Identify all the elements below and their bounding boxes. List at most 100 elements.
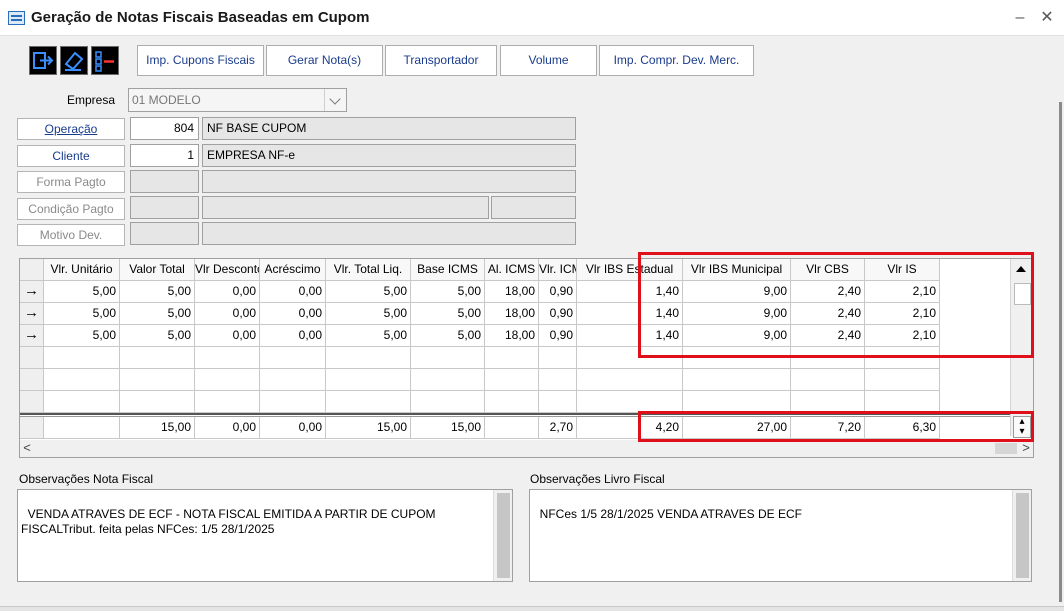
empty-cell[interactable] bbox=[485, 369, 539, 391]
data-cell[interactable]: 1,40 bbox=[577, 303, 683, 325]
data-cell[interactable]: 9,00 bbox=[683, 281, 791, 303]
scroll-left-icon[interactable]: < bbox=[20, 440, 34, 457]
data-cell[interactable]: 0,90 bbox=[539, 303, 577, 325]
empty-cell[interactable] bbox=[539, 369, 577, 391]
chevron-down-icon[interactable] bbox=[324, 89, 346, 111]
empty-cell[interactable] bbox=[195, 347, 260, 369]
empty-cell[interactable] bbox=[865, 347, 940, 369]
data-cell[interactable]: 5,00 bbox=[326, 303, 411, 325]
data-cell[interactable]: 5,00 bbox=[120, 303, 195, 325]
memo-scrollbar[interactable] bbox=[1012, 490, 1031, 581]
empty-cell[interactable] bbox=[577, 347, 683, 369]
empty-cell[interactable] bbox=[44, 369, 120, 391]
data-cell[interactable]: 2,40 bbox=[791, 303, 865, 325]
data-cell[interactable]: 9,00 bbox=[683, 325, 791, 347]
table-row[interactable]: → 5,00 5,00 0,00 0,00 5,00 5,00 18,00 0,90 1,40 9,… bbox=[20, 303, 1010, 325]
data-cell[interactable]: 5,00 bbox=[44, 325, 120, 347]
horizontal-scroll-thumb[interactable] bbox=[995, 443, 1017, 454]
operacao-code-field[interactable]: 804 bbox=[130, 117, 199, 140]
data-cell[interactable]: 0,00 bbox=[195, 303, 260, 325]
empty-cell[interactable] bbox=[411, 369, 485, 391]
total-cell[interactable]: 0,00 bbox=[260, 417, 326, 439]
empty-cell[interactable] bbox=[120, 369, 195, 391]
data-cell[interactable]: 5,00 bbox=[326, 281, 411, 303]
empty-cell[interactable] bbox=[326, 347, 411, 369]
data-cell[interactable]: 0,00 bbox=[195, 281, 260, 303]
empty-cell[interactable] bbox=[577, 391, 683, 413]
empty-cell[interactable] bbox=[791, 347, 865, 369]
data-cell[interactable]: 5,00 bbox=[411, 303, 485, 325]
data-cell[interactable]: 0,00 bbox=[260, 325, 326, 347]
empty-cell[interactable] bbox=[326, 369, 411, 391]
items-grid[interactable]: Vlr. Unitário Valor Total Vlr Desconto Acré… bbox=[19, 258, 1034, 458]
total-cell[interactable]: 15,00 bbox=[411, 417, 485, 439]
data-cell[interactable]: 2,40 bbox=[791, 281, 865, 303]
imp-compr-dev-merc-button[interactable]: Imp. Compr. Dev. Merc. bbox=[599, 45, 754, 76]
empty-cell[interactable] bbox=[865, 369, 940, 391]
minimize-button[interactable]: – bbox=[1009, 7, 1031, 29]
data-cell[interactable]: 0,90 bbox=[539, 325, 577, 347]
empty-cell[interactable] bbox=[195, 369, 260, 391]
data-cell[interactable]: 18,00 bbox=[485, 303, 539, 325]
table-row[interactable]: → 5,00 5,00 0,00 0,00 5,00 5,00 18,00 0,90 1,40 9,… bbox=[20, 325, 1010, 347]
transportador-button[interactable]: Transportador bbox=[385, 45, 497, 76]
scroll-thumb[interactable] bbox=[1014, 283, 1031, 305]
total-cell[interactable]: 2,70 bbox=[539, 417, 577, 439]
total-cell[interactable]: 0,00 bbox=[195, 417, 260, 439]
empty-cell[interactable] bbox=[195, 391, 260, 413]
data-cell[interactable]: 0,00 bbox=[260, 303, 326, 325]
empty-cell[interactable] bbox=[120, 391, 195, 413]
data-cell[interactable]: 0,00 bbox=[195, 325, 260, 347]
exit-icon[interactable] bbox=[29, 46, 57, 75]
empty-cell[interactable] bbox=[44, 391, 120, 413]
table-row[interactable]: → 5,00 5,00 0,00 0,00 5,00 5,00 18,00 0,90 1,40 9,… bbox=[20, 281, 1010, 303]
data-cell[interactable]: 2,10 bbox=[865, 325, 940, 347]
empty-cell[interactable] bbox=[485, 391, 539, 413]
total-cell[interactable] bbox=[44, 417, 120, 439]
page-vertical-scrollbar[interactable] bbox=[1058, 40, 1064, 605]
empty-cell[interactable] bbox=[791, 391, 865, 413]
imp-cupons-fiscais-button[interactable]: Imp. Cupons Fiscais bbox=[137, 45, 264, 76]
cliente-code-field[interactable]: 1 bbox=[130, 144, 199, 167]
empty-cell[interactable] bbox=[260, 347, 326, 369]
data-cell[interactable]: 2,40 bbox=[791, 325, 865, 347]
volume-button[interactable]: Volume bbox=[500, 45, 597, 76]
empty-cell[interactable] bbox=[683, 369, 791, 391]
total-cell[interactable]: 7,20 bbox=[791, 417, 865, 439]
empty-cell[interactable] bbox=[44, 347, 120, 369]
gerar-notas-button[interactable]: Gerar Nota(s) bbox=[266, 45, 383, 76]
empty-cell[interactable] bbox=[485, 347, 539, 369]
total-cell[interactable]: 4,20 bbox=[577, 417, 683, 439]
data-cell[interactable]: 18,00 bbox=[485, 325, 539, 347]
empty-cell[interactable] bbox=[260, 369, 326, 391]
data-cell[interactable]: 1,40 bbox=[577, 325, 683, 347]
list-remove-icon[interactable] bbox=[91, 46, 119, 75]
empty-cell[interactable] bbox=[120, 347, 195, 369]
data-cell[interactable]: 5,00 bbox=[326, 325, 411, 347]
empty-cell[interactable] bbox=[791, 369, 865, 391]
data-cell[interactable]: 9,00 bbox=[683, 303, 791, 325]
data-cell[interactable]: 2,10 bbox=[865, 303, 940, 325]
data-cell[interactable]: 0,00 bbox=[260, 281, 326, 303]
empty-row[interactable] bbox=[20, 347, 1010, 369]
data-cell[interactable]: 2,10 bbox=[865, 281, 940, 303]
total-cell[interactable]: 15,00 bbox=[120, 417, 195, 439]
scroll-up-icon[interactable] bbox=[1016, 266, 1026, 272]
grid-header[interactable]: Vlr. Unitário Valor Total Vlr Desconto Acré… bbox=[20, 259, 1010, 281]
totals-spin-button[interactable]: ▴ ▾ bbox=[1013, 416, 1031, 438]
total-cell[interactable]: 6,30 bbox=[865, 417, 940, 439]
obs-livro-fiscal-memo[interactable]: NFCes 1/5 28/1/2025 VENDA ATRAVES DE ECF bbox=[529, 489, 1032, 582]
eraser-icon[interactable] bbox=[60, 46, 88, 75]
close-button[interactable]: ✕ bbox=[1036, 7, 1058, 29]
data-cell[interactable]: 18,00 bbox=[485, 281, 539, 303]
empresa-select[interactable]: 01 MODELO bbox=[128, 88, 347, 112]
data-cell[interactable]: 5,00 bbox=[44, 303, 120, 325]
total-cell[interactable]: 15,00 bbox=[326, 417, 411, 439]
empty-cell[interactable] bbox=[539, 391, 577, 413]
empty-cell[interactable] bbox=[577, 369, 683, 391]
data-cell[interactable]: 0,90 bbox=[539, 281, 577, 303]
totals-row[interactable]: 15,00 0,00 0,00 15,00 15,00 2,70 4,20 27,00 7,20… bbox=[20, 417, 1010, 439]
data-cell[interactable]: 5,00 bbox=[411, 281, 485, 303]
cliente-button[interactable]: Cliente bbox=[17, 145, 125, 167]
empty-cell[interactable] bbox=[411, 391, 485, 413]
